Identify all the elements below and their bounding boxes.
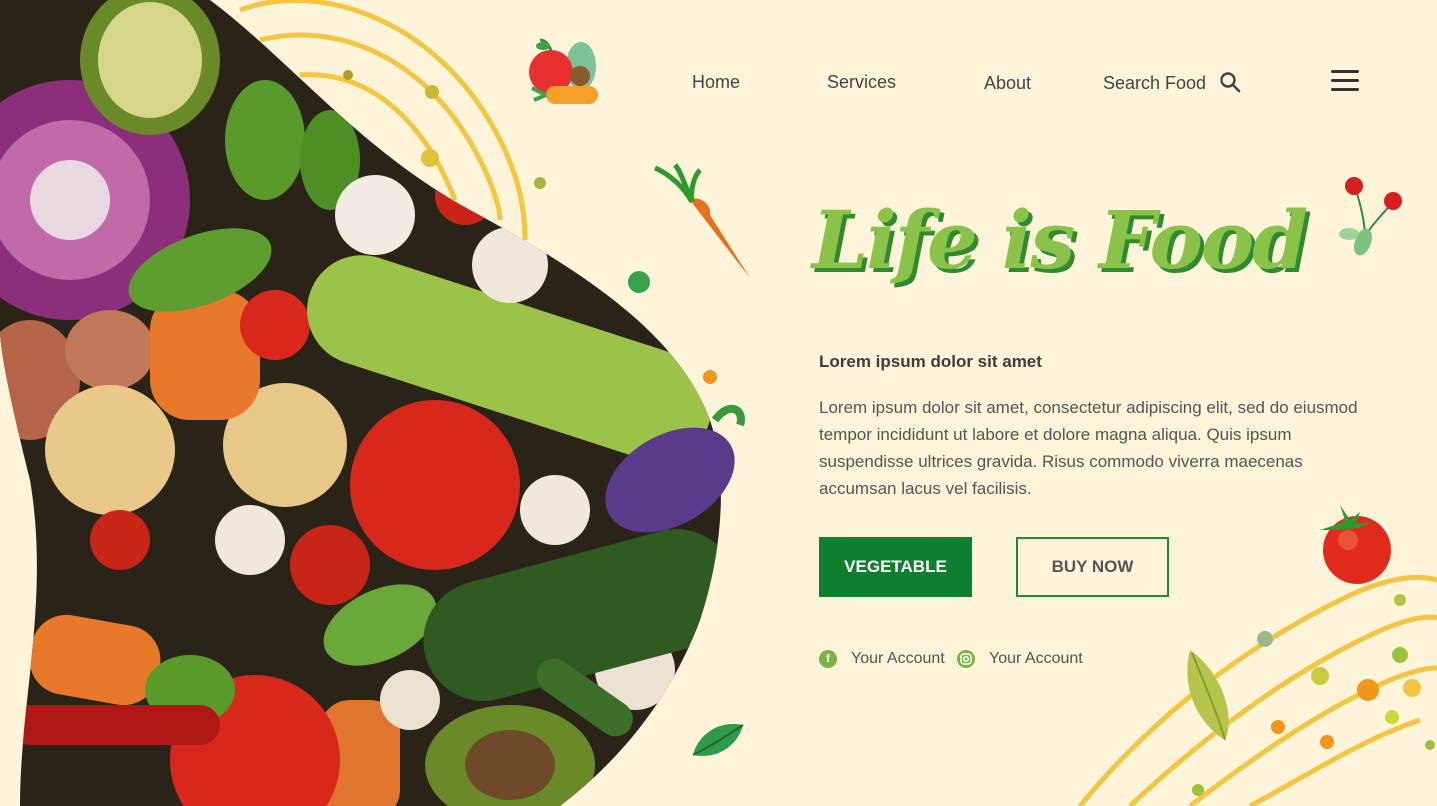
- leaf-illustration: [1187, 650, 1229, 741]
- cherries-illustration: [1339, 177, 1402, 256]
- facebook-icon: f: [819, 650, 837, 668]
- hero-subheading: Lorem ipsum dolor sit amet: [819, 352, 1042, 371]
- top-navigation: Home Services About Search Food: [0, 0, 1437, 160]
- vegetable-button[interactable]: VEGETABLE: [819, 537, 972, 597]
- nav-services-link[interactable]: Services: [827, 72, 896, 93]
- menu-bar: [1331, 79, 1359, 82]
- menu-bar: [1331, 70, 1359, 73]
- herb-leaf-illustration: [692, 724, 744, 756]
- fruit-basket-logo[interactable]: [526, 38, 602, 110]
- nav-search-food-link[interactable]: Search Food: [1103, 73, 1206, 94]
- hero-description: Lorem ipsum dolor sit amet, consectetur …: [819, 398, 1358, 498]
- nav-about-link[interactable]: About: [984, 73, 1031, 94]
- search-icon[interactable]: [1219, 71, 1241, 93]
- buy-now-button[interactable]: BUY NOW: [1016, 537, 1169, 597]
- instagram-icon: [957, 650, 975, 668]
- nav-home-link[interactable]: Home: [692, 72, 740, 93]
- menu-bar: [1331, 88, 1359, 91]
- hero-title: Life is Food: [812, 193, 1308, 287]
- instagram-account-label: Your Account: [989, 650, 1083, 667]
- tomato-illustration: [1320, 505, 1391, 584]
- facebook-account-label: Your Account: [851, 650, 945, 667]
- hamburger-menu-icon[interactable]: [1331, 70, 1359, 94]
- instagram-account-link[interactable]: Your Account: [957, 650, 1083, 668]
- carrot-illustration: [653, 163, 750, 278]
- facebook-account-link[interactable]: f Your Account: [819, 650, 945, 668]
